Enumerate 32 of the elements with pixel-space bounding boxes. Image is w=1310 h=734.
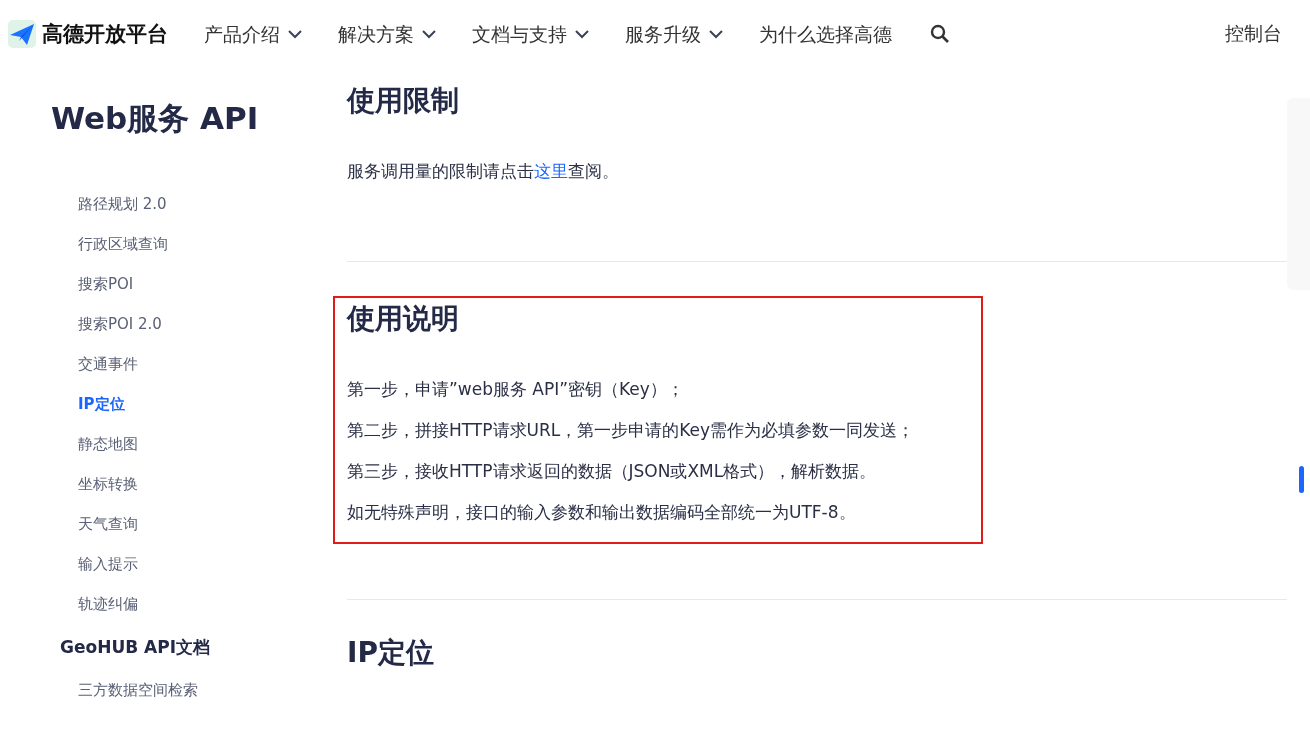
sidebar-item[interactable]: 搜索POI [0, 264, 320, 304]
sidebar-item[interactable]: IP定位 [0, 384, 320, 424]
paragraph: 第三步，接收HTTP请求返回的数据（JSON或XML格式），解析数据。 [347, 461, 878, 481]
sidebar-group[interactable]: GeoHUB API文档 [0, 624, 320, 670]
paragraph: 第一步，申请”web服务 API”密钥（Key）； [347, 379, 685, 399]
search-icon[interactable] [930, 24, 950, 44]
sidebar-item[interactable]: 输入提示 [0, 544, 320, 584]
nav-menu-item[interactable]: 解决方案 [338, 21, 436, 47]
paragraph: 如无特殊声明，接口的输入参数和输出数据编码全部统一为UTF-8。 [347, 502, 857, 522]
section-heading: 使用说明 [347, 301, 460, 337]
section-heading: IP定位 [347, 635, 435, 671]
sidebar-item[interactable]: 行政区域查询 [0, 224, 320, 264]
sidebar-item[interactable]: 轨迹纠偏 [0, 584, 320, 624]
sidebar-item[interactable]: 静态地图 [0, 424, 320, 464]
paragraph: 第二步，拼接HTTP请求URL，第一步申请的Key需作为必填参数一同发送； [347, 420, 916, 440]
section-heading: 使用限制 [347, 83, 460, 119]
nav-menu-item[interactable]: 服务升级 [625, 21, 723, 47]
sidebar-item[interactable]: 交通事件 [0, 344, 320, 384]
logo-icon[interactable] [8, 20, 36, 48]
brand-name[interactable]: 高德开放平台 [42, 20, 168, 48]
link[interactable]: 这里 [534, 161, 568, 181]
sidebar-item[interactable]: 路径规划 2.0 [0, 184, 320, 224]
sidebar-item[interactable]: 三方数据空间检索 [0, 670, 320, 710]
sidebar-item[interactable]: 搜索POI 2.0 [0, 304, 320, 344]
paragraph: 服务调用量的限制请点击这里查阅。 [347, 161, 620, 181]
nav-menu-item[interactable]: 为什么选择高德 [759, 21, 892, 47]
sidebar-item[interactable]: 天气查询 [0, 504, 320, 544]
scroll-indicator [1299, 466, 1304, 493]
console-link[interactable]: 控制台 [1225, 21, 1282, 47]
nav-menu-item[interactable]: 产品介绍 [204, 21, 302, 47]
sidebar-item[interactable]: 坐标转换 [0, 464, 320, 504]
nav-menu-item[interactable]: 文档与支持 [472, 21, 589, 47]
